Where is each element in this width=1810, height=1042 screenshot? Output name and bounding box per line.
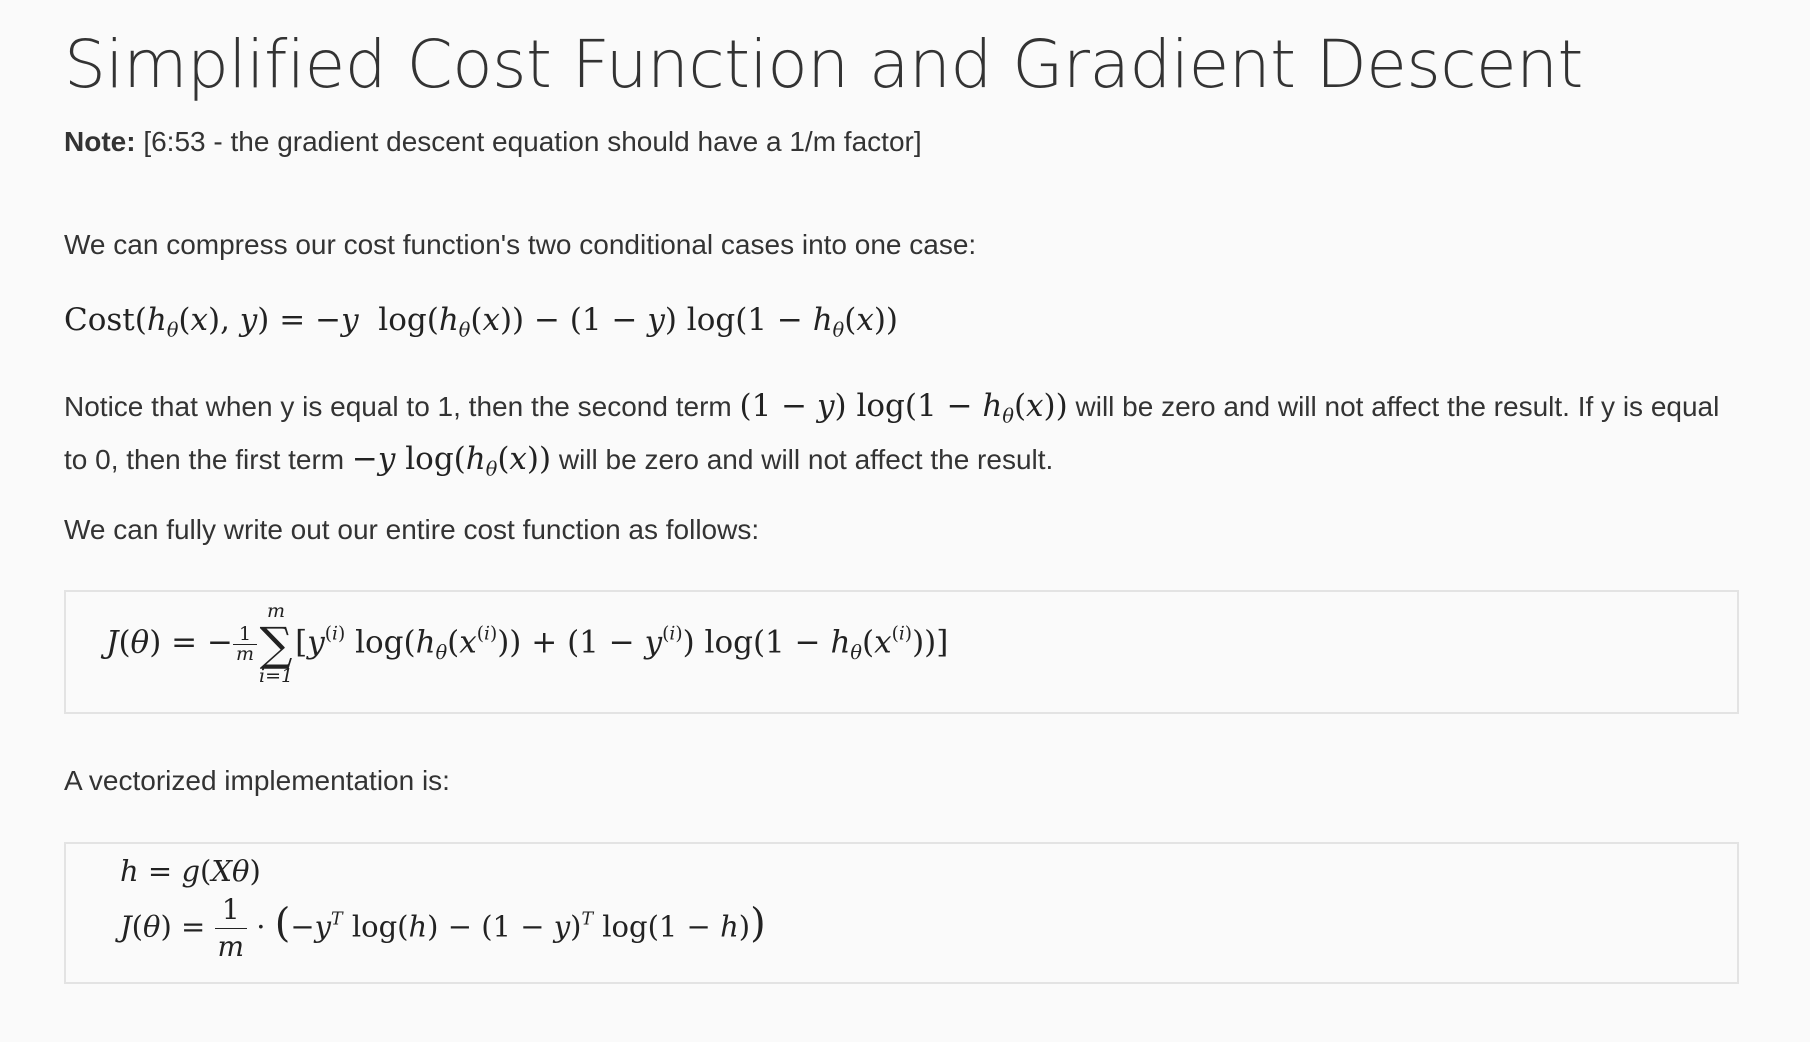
h-definition: h = g(Xθ): [120, 854, 261, 888]
explanation-paragraph: Notice that when y is equal to 1, then t…: [64, 385, 1724, 490]
note-paragraph: Note: [6:53 - the gradient descent equat…: [64, 121, 1754, 163]
vectorized-paragraph: A vectorized implementation is:: [64, 765, 450, 796]
cost-equation: Cost(hθ(x), y) = −y log(hθ(x)) − (1 − y)…: [64, 302, 899, 342]
first-term-math: −y log(hθ(x)): [351, 440, 552, 481]
explanation-text-3: will be zero and will not affect the res…: [558, 443, 1054, 475]
full-cost-equation: J(θ) = −1 m m ∑ i=1 [y(i) log(hθ(x(i))) + (1 …: [106, 600, 949, 687]
intro-paragraph: We can compress our cost function's two …: [64, 229, 977, 260]
full-cost-paragraph: We can fully write out our entire cost f…: [64, 514, 760, 545]
page-title: Simplified Cost Function and Gradient De…: [64, 26, 1583, 103]
page: Simplified Cost Function and Gradient De…: [0, 0, 1810, 1042]
full-cost-equation-block: J(θ) = −1 m m ∑ i=1 [y(i) log(hθ(x(i))) + (1 …: [64, 590, 1739, 714]
vectorized-equation-block: h = g(Xθ) J(θ) = 1m · (−yT log(h) − (1 −…: [64, 842, 1739, 984]
vectorized-cost-equation: J(θ) = 1m · (−yT log(h) − (1 − y)T log(1…: [120, 893, 766, 963]
second-term-math: (1 − y) log(1 − hθ(x)): [739, 388, 1068, 428]
note-text: [6:53 - the gradient descent equation sh…: [143, 126, 922, 157]
note-label: Note:: [64, 126, 136, 157]
explanation-text-1: Notice that when y is equal to 1, then t…: [64, 391, 732, 422]
